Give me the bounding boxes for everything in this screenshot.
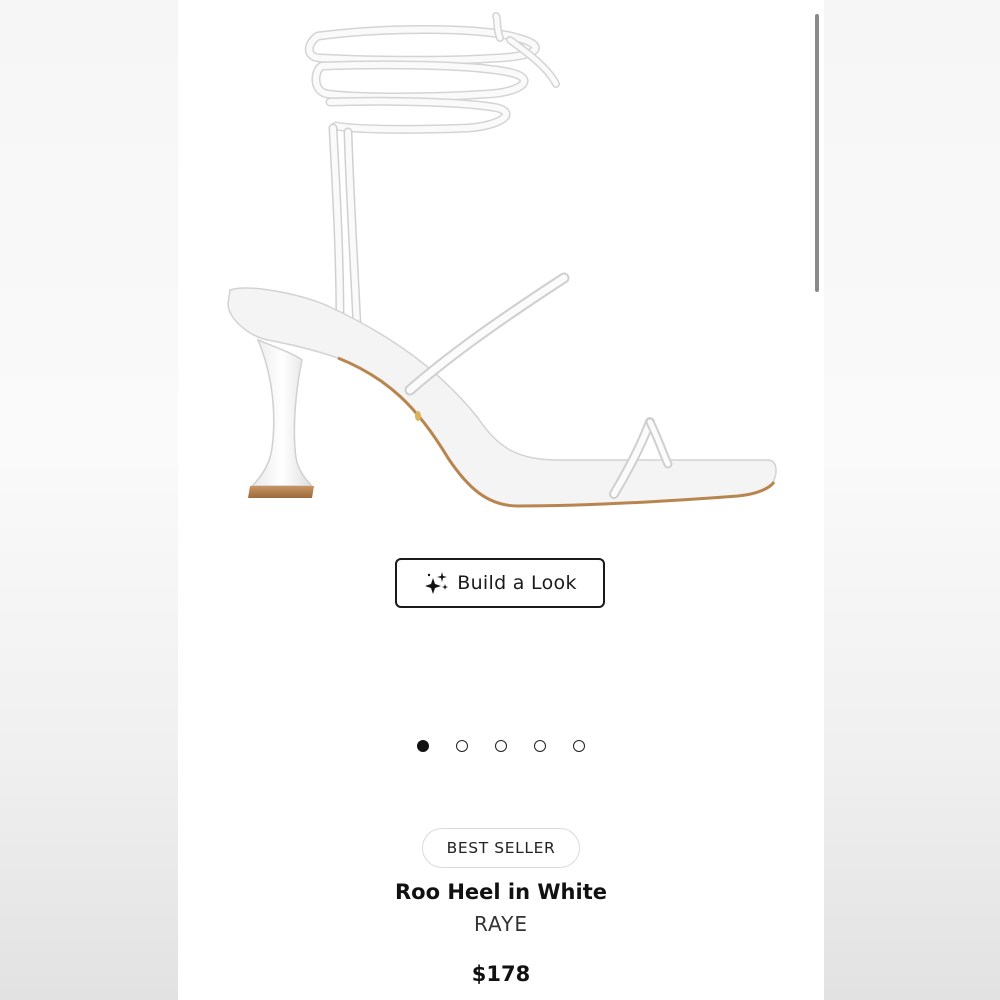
product-page[interactable]: Build a Look BEST SELLER Roo Heel in Whi… — [178, 0, 824, 1000]
best-seller-badge: BEST SELLER — [422, 828, 580, 868]
carousel-indicator — [178, 740, 824, 756]
product-title: Roo Heel in White — [395, 880, 607, 904]
build-a-look-label: Build a Look — [457, 572, 577, 594]
blurred-background-right — [824, 0, 1000, 1000]
carousel-dot-1[interactable] — [417, 740, 429, 752]
carousel-dot-4[interactable] — [534, 740, 546, 752]
product-image[interactable] — [218, 8, 788, 518]
sparkle-icon — [425, 572, 449, 594]
carousel-dot-2[interactable] — [456, 740, 468, 752]
blurred-background-left — [0, 0, 178, 1000]
product-price: $178 — [471, 962, 531, 986]
product-brand[interactable]: RAYE — [178, 912, 824, 936]
screenshot-frame: Build a Look BEST SELLER Roo Heel in Whi… — [0, 0, 1000, 1000]
build-a-look-button[interactable]: Build a Look — [395, 558, 605, 608]
carousel-dot-5[interactable] — [573, 740, 585, 752]
scrollbar[interactable] — [815, 14, 819, 292]
carousel-dot-3[interactable] — [495, 740, 507, 752]
